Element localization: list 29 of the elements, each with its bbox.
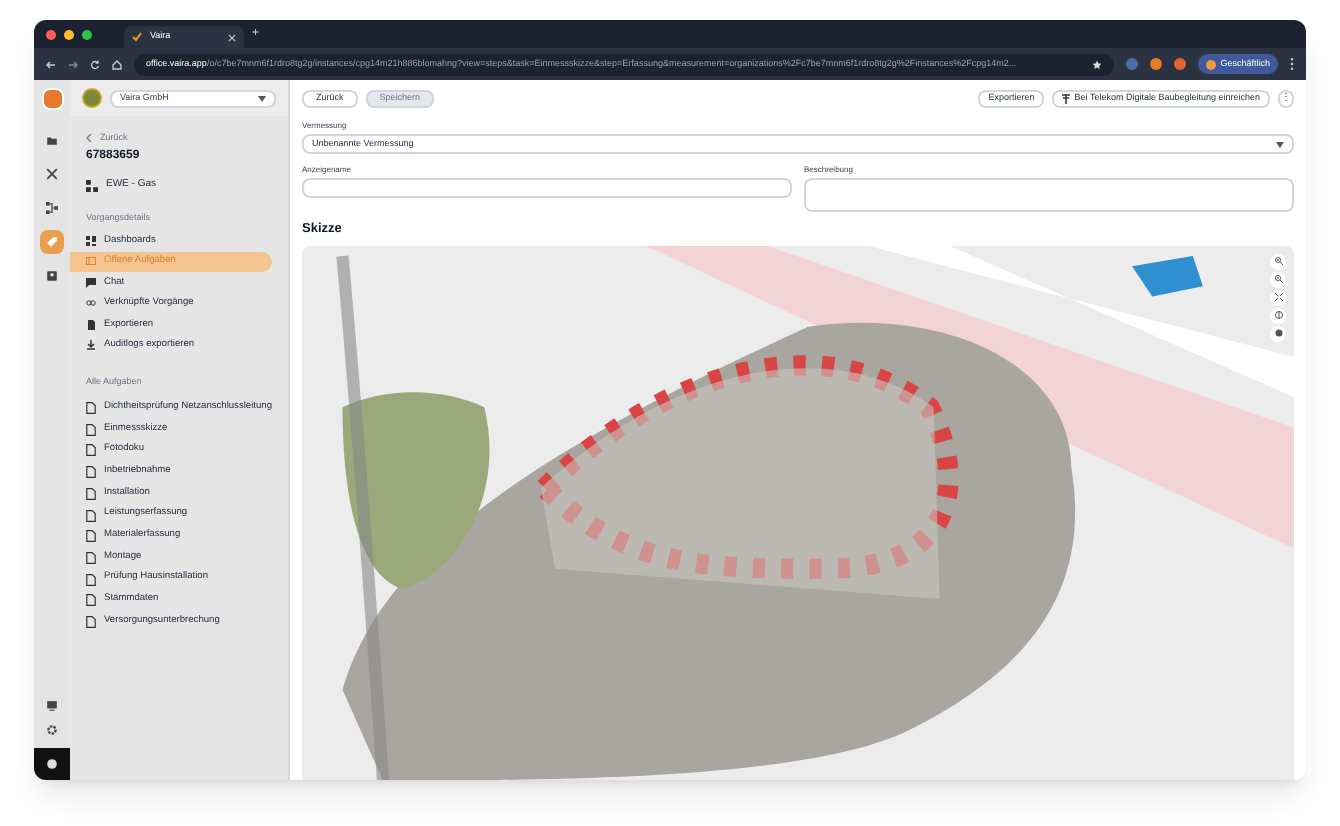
link-icon [86,298,96,309]
tab-close-icon[interactable] [228,33,236,41]
maximize-icon[interactable] [82,29,92,39]
caret-icon [1276,141,1284,147]
caret-icon [258,95,266,101]
grid-icon [86,235,96,246]
tasks-icon [86,256,96,267]
home-icon[interactable] [112,59,122,69]
monitor-icon[interactable] [46,700,58,712]
organization-logo-icon [82,88,102,108]
back-icon[interactable] [46,59,56,69]
network-icon[interactable] [40,196,64,220]
document-icon [86,319,96,330]
star-icon[interactable] [1092,59,1103,69]
help-icon[interactable] [46,758,58,770]
settings-icon[interactable] [46,724,58,736]
network-icon [86,179,98,191]
reload-icon[interactable] [90,59,100,69]
minimize-icon[interactable] [64,29,74,39]
check-logo-icon [132,32,142,42]
download-icon [86,340,96,351]
forward-icon[interactable] [68,59,78,69]
telekom-logo-icon [1062,94,1071,104]
description-field[interactable] [804,178,1294,212]
chat-icon [86,277,96,288]
display-name-field[interactable] [302,178,792,198]
app-logo-icon [41,87,63,109]
close-icon[interactable] [46,29,56,39]
chevron-left-icon [86,134,92,143]
